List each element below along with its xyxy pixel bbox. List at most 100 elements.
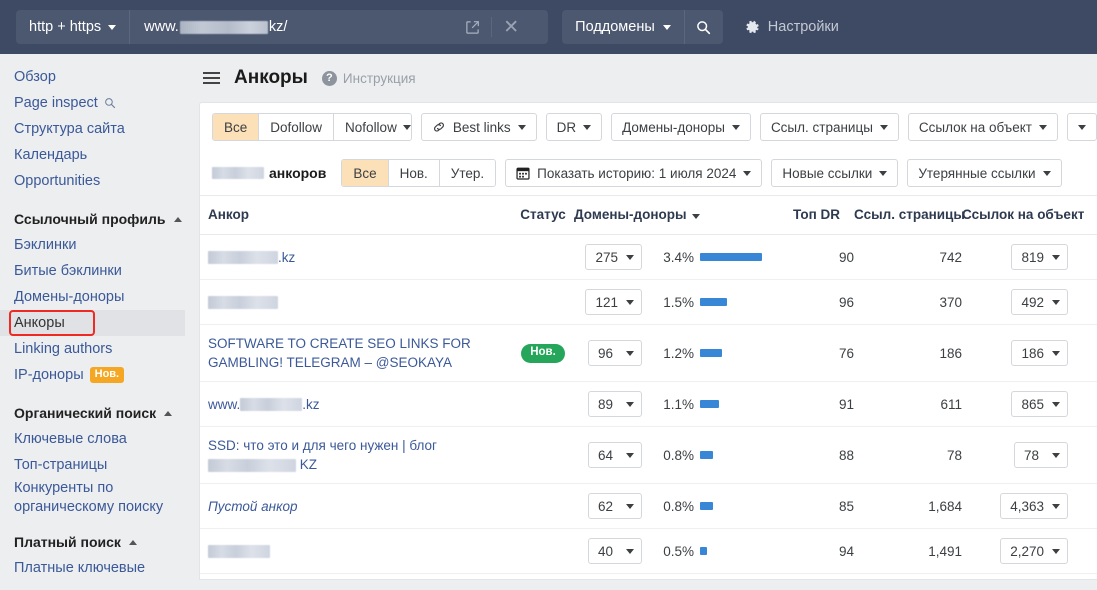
sidebar-item-ip-donors[interactable]: IP-доноры Нов. — [0, 362, 185, 388]
column-header-status[interactable]: Статус — [512, 196, 574, 235]
anchor-link[interactable] — [208, 293, 512, 312]
links-to-target-dropdown[interactable]: 492 — [1011, 289, 1069, 315]
share-bar-cell — [694, 573, 783, 579]
anchor-link[interactable] — [208, 542, 512, 561]
links-to-target-dropdown[interactable]: 186 — [1011, 340, 1069, 366]
filter-all[interactable]: Все — [213, 114, 260, 140]
anchor-link[interactable]: SSD: что это и для чего нужен | блог KZ — [208, 436, 512, 474]
sidebar-item-calendar[interactable]: Календарь — [0, 142, 185, 168]
sidebar-item-backlinks[interactable]: Бэклинки — [0, 232, 185, 258]
top-bar-right: Поддомены Настройки — [548, 0, 839, 54]
table-row[interactable]: SSD: что это и для чего нужен | блог KZ 6… — [200, 426, 1097, 484]
new-links-button[interactable]: Новые ссылки — [771, 159, 899, 187]
instruction-link[interactable]: ? Инструкция — [321, 70, 416, 86]
sidebar-group-organic-search[interactable]: Органический поиск — [0, 400, 185, 426]
table-row[interactable]: SOFTWARE TO CREATE SEO LINKS FOR GAMBLIN… — [200, 324, 1097, 382]
filter-overflow[interactable] — [1067, 113, 1097, 141]
table-row[interactable]: 121 1.5% 96 370 492 — [200, 279, 1097, 325]
status-all[interactable]: Все — [342, 160, 389, 186]
url-field[interactable]: www. kz/ ✕ — [130, 10, 548, 44]
chevron-down-icon — [1042, 170, 1051, 176]
donor-domains-dropdown[interactable]: 64 — [588, 442, 642, 468]
donor-domains-dropdown[interactable]: 62 — [588, 493, 642, 519]
percent-cell: 3.4% — [646, 234, 695, 280]
column-header-donor-domains[interactable]: Домены-доноры — [574, 196, 700, 235]
links-to-target-dropdown[interactable]: 865 — [1011, 391, 1069, 417]
table-row[interactable]: .kz 275 3.4% 90 742 819 — [200, 234, 1097, 280]
table-row[interactable]: https://www..kz/290.4%81141141 — [200, 573, 1097, 579]
filter-best-links[interactable]: Best links — [420, 113, 537, 141]
lost-links-button[interactable]: Утерянные ссылки — [907, 159, 1062, 187]
show-history-label: Показать историю: 1 июля 2024 — [537, 165, 737, 181]
sidebar-item-linking-authors[interactable]: Linking authors — [0, 336, 185, 362]
anchor-cell: Пустой анкор — [200, 483, 512, 529]
subdomains-selector[interactable]: Поддомены — [562, 10, 685, 44]
url-control-group: http + https www. kz/ ✕ — [16, 10, 549, 44]
anchor-link[interactable]: SOFTWARE TO CREATE SEO LINKS FOR GAMBLIN… — [208, 334, 512, 372]
links-to-target-cell: 186 — [962, 324, 1075, 382]
filter-dofollow[interactable]: Dofollow — [259, 114, 335, 140]
sidebar-item-keywords[interactable]: Ключевые слова — [0, 426, 185, 452]
sidebar-group-label: Платный поиск — [14, 534, 121, 550]
donor-domains-dropdown[interactable]: 96 — [588, 340, 642, 366]
donor-domains-dropdown[interactable]: 40 — [588, 538, 642, 564]
instruction-label: Инструкция — [342, 70, 416, 86]
status-new[interactable]: Нов. — [388, 160, 440, 186]
chevron-down-icon — [626, 350, 634, 356]
chevron-down-icon — [1052, 452, 1061, 458]
sidebar-item-paid-keywords[interactable]: Платные ключевые — [0, 555, 185, 581]
protocol-selector[interactable]: http + https — [16, 10, 131, 44]
links-to-target-dropdown[interactable]: 2,270 — [1000, 538, 1069, 564]
donor-domains-dropdown[interactable]: 89 — [588, 391, 642, 417]
anchor-text: .kz — [302, 396, 320, 412]
settings-button[interactable]: Настройки — [745, 19, 839, 35]
sidebar-item-donor-domains[interactable]: Домены-доноры — [0, 284, 185, 310]
show-history-button[interactable]: Показать историю: 1 июля 2024 — [505, 159, 763, 187]
anchor-link[interactable]: Пустой анкор — [208, 497, 512, 516]
filter-donor-domains[interactable]: Домены-доноры — [611, 113, 751, 141]
links-to-target-dropdown[interactable]: 4,363 — [1000, 493, 1069, 519]
sidebar-item-label: Домены-доноры — [14, 289, 125, 305]
links-to-target-dropdown[interactable]: 819 — [1011, 244, 1069, 270]
column-header-links-to-target[interactable]: Ссылок на объект — [962, 196, 1084, 235]
sidebar-item-label: Opportunities — [14, 173, 101, 189]
close-icon[interactable]: ✕ — [494, 10, 528, 44]
column-header-linking-pages[interactable]: Ссыл. страницы — [854, 196, 965, 235]
column-header-anchor[interactable]: Анкор — [200, 196, 512, 235]
sidebar-item-site-structure[interactable]: Структура сайта — [0, 116, 185, 142]
status-lost[interactable]: Утер. — [439, 160, 496, 186]
filter-linking-pages[interactable]: Ссыл. страницы — [759, 113, 899, 141]
sidebar-item-organic-competitors[interactable]: Конкуренты по органическому поиску — [0, 478, 185, 517]
sidebar-item-overview[interactable]: Обзор — [0, 64, 185, 90]
percent-cell: 0.4% — [646, 573, 695, 579]
links-to-target-dropdown[interactable]: 78 — [1014, 442, 1069, 468]
search-button[interactable] — [684, 10, 723, 44]
sidebar-group-link-profile[interactable]: Ссылочный профиль — [0, 206, 185, 232]
table-row[interactable]: 40 0.5% 94 1,491 2,270 — [200, 528, 1097, 574]
follow-type-segmented-control: Все Dofollow Nofollow — [212, 113, 412, 141]
anchor-link[interactable]: www. .kz — [208, 395, 512, 414]
table-row[interactable]: Пустой анкор 62 0.8% 85 1,684 4,363 — [200, 483, 1097, 529]
donor-domains-dropdown[interactable]: 275 — [585, 244, 642, 270]
chevron-up-icon — [173, 216, 182, 222]
anchor-link[interactable]: .kz — [208, 248, 512, 267]
donor-domains-dropdown[interactable]: 121 — [585, 289, 642, 315]
table-row[interactable]: www. .kz 89 1.1% 91 611 865 — [200, 381, 1097, 427]
donor-domains-value: 62 — [598, 498, 614, 514]
sidebar-group-paid-search[interactable]: Платный поиск — [0, 529, 185, 555]
filter-links-to-target[interactable]: Ссылок на объект — [907, 113, 1058, 141]
column-header-top-dr[interactable]: Топ DR — [782, 196, 855, 235]
sidebar-item-page-inspect[interactable]: Page inspect — [0, 90, 185, 116]
sidebar-item-anchors[interactable]: Анкоры — [0, 310, 185, 336]
url-field-icons: ✕ — [455, 10, 538, 44]
hamburger-icon[interactable] — [203, 72, 220, 84]
external-link-icon[interactable] — [455, 10, 489, 44]
sidebar-item-label: Page inspect — [14, 95, 98, 111]
sidebar-item-opportunities[interactable]: Opportunities — [0, 168, 185, 194]
sidebar-item-label: Структура сайта — [14, 121, 125, 137]
filter-nofollow[interactable]: Nofollow — [334, 114, 411, 140]
sidebar-item-broken-backlinks[interactable]: Битые бэклинки — [0, 258, 185, 284]
sidebar-item-top-pages[interactable]: Топ-страницы — [0, 452, 185, 478]
filter-links-to-target-label: Ссылок на объект — [918, 119, 1032, 135]
filter-dr[interactable]: DR — [545, 113, 603, 141]
